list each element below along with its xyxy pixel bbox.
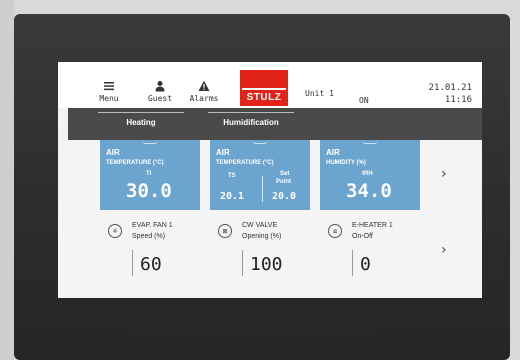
item-label: EVAP. FAN 1 — [132, 222, 173, 229]
tile-value: 34.0 — [346, 180, 392, 202]
brand-logo: STULZ — [240, 70, 288, 106]
tile-tag-right-1: Set — [280, 171, 290, 177]
next-tiles-chevron-icon[interactable]: › — [441, 166, 447, 182]
tile-notch — [142, 140, 158, 144]
warning-icon — [198, 80, 210, 91]
next-items-chevron-icon[interactable]: › — [441, 242, 447, 258]
menu-icon — [104, 82, 114, 91]
tile-title: AIR — [326, 148, 340, 157]
background-edge — [0, 0, 14, 360]
hmi-screen: Menu Guest Alarms STULZ Unit 1 ON 21.01.… — [58, 62, 482, 298]
item-divider — [242, 250, 243, 276]
fan-icon: ✲ — [108, 224, 122, 238]
alarms-label: Alarms — [189, 94, 219, 103]
tile-value-right: 20.0 — [272, 191, 297, 202]
item-value: 0 — [360, 254, 371, 275]
user-label: Guest — [147, 94, 173, 103]
air-temperature-tile[interactable]: AIR TEMPERATURE (°C) TI 30.0 — [100, 140, 200, 210]
air-temperature-setpoint-tile[interactable]: AIR TEMPERATURE (°C) TS Set Point 20.1 2… — [210, 140, 310, 210]
unit-label[interactable]: Unit 1 — [305, 89, 334, 98]
item-divider — [352, 250, 353, 276]
tile-tag: tRH — [362, 171, 373, 177]
tile-subtitle: TEMPERATURE (°C) — [216, 160, 274, 166]
user-button[interactable]: Guest — [142, 80, 178, 103]
item-sublabel: On-Off — [352, 233, 373, 240]
item-value: 100 — [250, 254, 283, 275]
logo-text: STULZ — [246, 92, 282, 103]
heater-icon: ≡ — [328, 224, 342, 238]
item-label: E-HEATER 1 — [352, 222, 393, 229]
mode-heating-label: Heating — [126, 118, 156, 127]
menu-label: Menu — [99, 94, 119, 103]
date-text: 21.01.21 — [428, 83, 472, 93]
menu-button[interactable]: Menu — [94, 80, 124, 103]
header-bar: Menu Guest Alarms STULZ Unit 1 ON 21.01.… — [58, 62, 482, 108]
tile-value: 30.0 — [126, 180, 172, 202]
evap-fan-item[interactable]: ✲ EVAP. FAN 1 Speed (%) 60 — [106, 222, 210, 282]
mode-underline — [98, 112, 184, 113]
mode-humidification-label: Humidification — [223, 118, 279, 127]
tile-tag: TI — [146, 171, 152, 177]
tile-value-left: 20.1 — [220, 191, 245, 202]
mode-bar: Heating Humidification — [68, 108, 482, 140]
user-icon — [155, 81, 165, 92]
item-divider — [132, 250, 133, 276]
valve-icon: ⊠ — [218, 224, 232, 238]
tile-subtitle: TEMPERATURE (°C) — [106, 160, 164, 166]
tile-subtitle: HUMIDITY (%) — [326, 160, 366, 166]
tile-notch — [252, 140, 268, 144]
item-sublabel: Opening (%) — [242, 233, 282, 240]
item-sublabel: Speed (%) — [132, 233, 166, 240]
air-humidity-tile[interactable]: AIR HUMIDITY (%) tRH 34.0 — [320, 140, 420, 210]
e-heater-item[interactable]: ≡ E-HEATER 1 On-Off 0 — [326, 222, 430, 282]
time-text: 11:16 — [444, 95, 472, 105]
cw-valve-item[interactable]: ⊠ CW VALVE Opening (%) 100 — [216, 222, 320, 282]
tile-divider — [262, 176, 263, 202]
item-label: CW VALVE — [242, 222, 278, 229]
logo-stripe — [242, 88, 286, 90]
mode-heating[interactable]: Heating — [98, 112, 184, 127]
tile-notch — [362, 140, 378, 144]
mode-underline — [208, 112, 294, 113]
mode-humidification[interactable]: Humidification — [208, 112, 294, 127]
alarms-button[interactable]: Alarms — [184, 80, 224, 103]
tile-title: AIR — [216, 148, 230, 157]
unit-state: ON — [359, 96, 369, 105]
tile-tag-right-2: Point — [276, 179, 291, 185]
item-value: 60 — [140, 254, 162, 275]
tile-tag-left: TS — [228, 173, 236, 179]
datetime: 21.01.21 11:16 — [429, 82, 472, 106]
tile-title: AIR — [106, 148, 120, 157]
